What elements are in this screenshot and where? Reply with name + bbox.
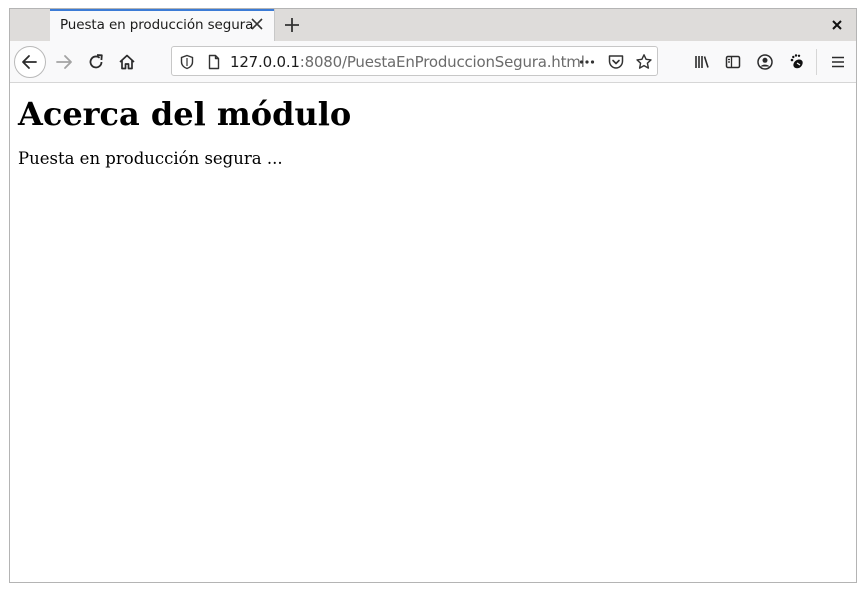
- library-icon[interactable]: [688, 48, 716, 76]
- browser-window: Puesta en producción segura 127.0.0.1:80…: [9, 8, 857, 583]
- reload-icon[interactable]: [82, 48, 110, 76]
- more-icon[interactable]: [578, 53, 596, 71]
- page-content: Acerca del módulo Puesta en producción s…: [10, 83, 856, 582]
- hamburger-menu-icon[interactable]: [824, 48, 852, 76]
- tab-close-icon[interactable]: [248, 15, 266, 33]
- home-icon[interactable]: [113, 48, 141, 76]
- forward-arrow-icon[interactable]: [50, 48, 78, 76]
- tab-strip: Puesta en producción segura: [10, 9, 856, 41]
- window-close-icon[interactable]: [828, 15, 846, 35]
- url-path: :8080/PuestaEnProduccionSegura.html: [299, 53, 585, 71]
- tab-accent-bar: [50, 9, 274, 11]
- pocket-icon[interactable]: [607, 53, 625, 71]
- url-host: 127.0.0.1: [230, 53, 300, 71]
- star-icon[interactable]: [635, 53, 653, 71]
- new-tab-icon[interactable]: [280, 13, 304, 37]
- page-heading: Acerca del módulo: [18, 95, 352, 133]
- sidebar-icon[interactable]: [719, 48, 747, 76]
- navigation-toolbar: 127.0.0.1:8080/PuestaEnProduccionSegura.…: [10, 41, 856, 83]
- shield-icon[interactable]: [178, 53, 196, 71]
- url-text[interactable]: 127.0.0.1:8080/PuestaEnProduccionSegura.…: [230, 53, 585, 71]
- toolbar-separator: [816, 49, 817, 75]
- page-paragraph: Puesta en producción segura ...: [18, 149, 283, 168]
- tab-title: Puesta en producción segura: [60, 17, 254, 33]
- account-icon[interactable]: [751, 48, 779, 76]
- tab-active[interactable]: Puesta en producción segura: [50, 9, 275, 41]
- gnome-foot-icon[interactable]: [783, 48, 811, 76]
- page-icon[interactable]: [205, 53, 223, 71]
- back-arrow-icon[interactable]: [14, 46, 46, 78]
- url-bar[interactable]: 127.0.0.1:8080/PuestaEnProduccionSegura.…: [171, 46, 658, 76]
